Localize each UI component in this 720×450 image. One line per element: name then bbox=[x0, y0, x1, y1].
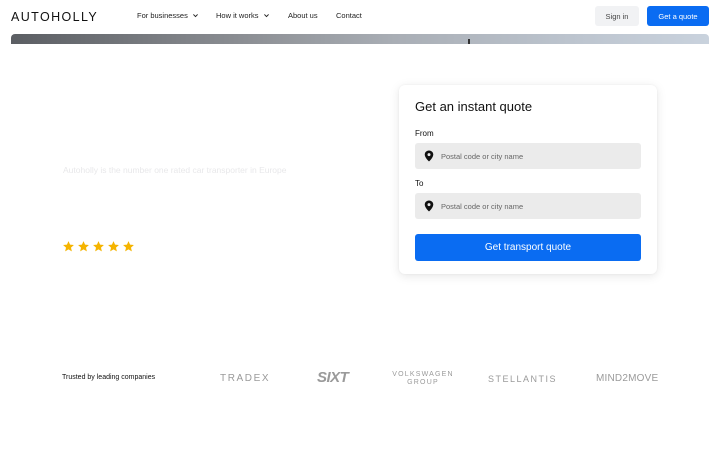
chevron-down-icon bbox=[263, 14, 269, 18]
chevron-down-icon bbox=[192, 14, 198, 18]
location-pin-icon bbox=[424, 150, 434, 162]
site-header: AUTOHOLLY For businesses How it works Ab… bbox=[0, 0, 720, 34]
nav-how-it-works[interactable]: How it works bbox=[216, 11, 270, 20]
to-field[interactable] bbox=[415, 193, 641, 219]
trusted-by-label: Trusted by leading companies bbox=[62, 374, 156, 381]
nav-about-us[interactable]: About us bbox=[288, 11, 318, 20]
nav-about-us-label: About us bbox=[288, 11, 318, 20]
volkswagen-logo-line2: GROUP bbox=[407, 379, 439, 386]
get-a-quote-button[interactable]: Get a quote bbox=[647, 6, 709, 26]
location-pin-icon bbox=[424, 200, 434, 212]
get-transport-quote-button[interactable]: Get transport quote bbox=[415, 234, 641, 261]
star-icon bbox=[93, 241, 104, 252]
sixt-logo: SIXT bbox=[317, 369, 349, 386]
autoholly-logo[interactable]: AUTOHOLLY bbox=[11, 10, 98, 24]
mind2move-logo: MIND2MOVE bbox=[596, 373, 659, 384]
to-input[interactable] bbox=[441, 201, 631, 211]
nav-for-businesses-label: For businesses bbox=[137, 11, 188, 20]
star-icon bbox=[78, 241, 89, 252]
from-field[interactable] bbox=[415, 143, 641, 169]
hero-tagline: Autoholly is the number one rated car tr… bbox=[63, 165, 287, 175]
instant-quote-card: Get an instant quote From To Get transpo… bbox=[399, 85, 657, 274]
from-input[interactable] bbox=[441, 151, 631, 161]
star-icon bbox=[123, 241, 134, 252]
star-icon bbox=[63, 241, 74, 252]
stellantis-logo: STELLANTIS bbox=[488, 374, 558, 384]
quote-card-title: Get an instant quote bbox=[415, 99, 533, 114]
nav-contact-label: Contact bbox=[336, 11, 362, 20]
tradex-logo: TRADEX bbox=[220, 373, 271, 384]
sign-in-button[interactable]: Sign in bbox=[595, 6, 639, 26]
star-icon bbox=[108, 241, 119, 252]
hero-image bbox=[11, 34, 709, 44]
section-heading-clipped bbox=[62, 441, 68, 450]
hero-image-detail bbox=[468, 39, 470, 44]
nav-how-it-works-label: How it works bbox=[216, 11, 259, 20]
to-label: To bbox=[415, 179, 424, 188]
nav-for-businesses[interactable]: For businesses bbox=[137, 11, 199, 20]
volkswagen-logo-line1: VOLKSWAGEN bbox=[392, 371, 454, 378]
from-label: From bbox=[415, 129, 434, 138]
rating-stars bbox=[62, 240, 135, 253]
nav-contact[interactable]: Contact bbox=[336, 11, 362, 20]
volkswagen-group-logo: VOLKSWAGEN GROUP bbox=[391, 371, 455, 387]
